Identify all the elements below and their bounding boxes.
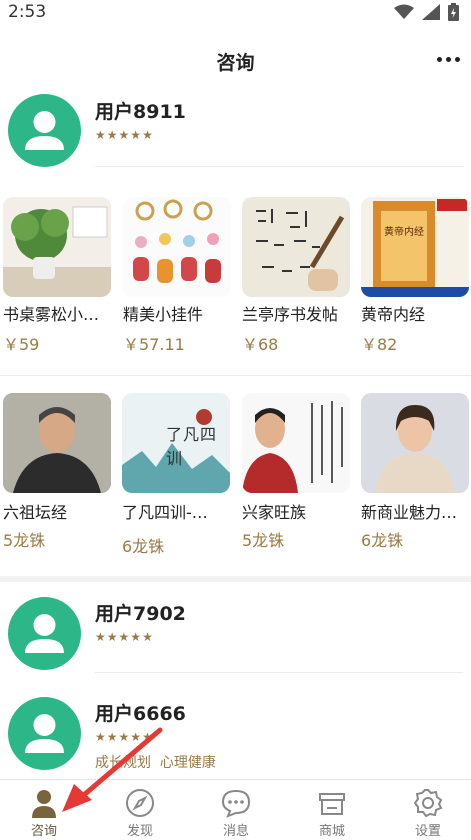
rating-stars: ★ ★ ★ ★ ★ (95, 128, 153, 142)
wifi-icon (394, 4, 414, 19)
product-price: ￥68 (242, 335, 279, 354)
more-dots-icon[interactable] (437, 54, 463, 64)
product-name: 兴家旺族 (242, 503, 307, 522)
product-name: 了凡四训-… (122, 503, 208, 522)
user-tags: 成长规划 心理健康 (95, 755, 216, 771)
user-name: 用户7902 (95, 603, 186, 625)
product-name: 新商业魅力… (361, 503, 458, 522)
product-price: ￥82 (361, 335, 398, 354)
user-name: 用户8911 (95, 101, 186, 123)
tab-settings[interactable]: 设置 (398, 780, 458, 840)
status-time: 2:53 (8, 2, 47, 22)
divider (95, 166, 463, 167)
product-image (123, 197, 231, 297)
divider (95, 672, 463, 673)
user-icon (25, 614, 64, 653)
avatar (8, 94, 81, 167)
avatar (8, 597, 81, 670)
rating-stars: ★ ★ ★ ★ ★ (95, 730, 153, 744)
bottom-tabbar: 咨询 发现 消息 商城 设置 (0, 779, 471, 840)
rating-stars: ★ ★ ★ ★ ★ (95, 630, 153, 644)
user-icon (25, 111, 64, 150)
product-price: ￥57.11 (123, 335, 185, 354)
section-divider (0, 576, 471, 582)
product-name: 精美小挂件 (123, 305, 204, 324)
page-header: 咨询 (0, 38, 471, 82)
tab-mall[interactable]: 商城 (302, 780, 362, 840)
book-cover-title: 黄帝内经 (384, 227, 424, 238)
user-name: 用户6666 (95, 703, 186, 725)
product-name: 书桌雾松小… (3, 305, 100, 324)
tab-consult[interactable]: 咨询 (14, 780, 74, 840)
tab-label: 商城 (318, 824, 345, 839)
page-title: 咨询 (216, 52, 255, 74)
chat-icon (221, 789, 251, 818)
product-image (3, 393, 111, 493)
liaofan-title: 了凡四训 (166, 425, 218, 468)
gear-icon (413, 789, 443, 818)
product-image (242, 393, 350, 493)
status-bar: 2:53 (0, 0, 471, 26)
status-icons (394, 3, 459, 21)
tab-label: 设置 (414, 824, 441, 839)
store-icon (319, 793, 345, 815)
tab-label: 消息 (222, 824, 249, 839)
signal-icon (422, 4, 440, 20)
product-row: 书桌雾松小… ￥59 精美小挂件 ￥57.11 兰亭序书发帖 ￥68 黄帝内经 … (0, 197, 471, 357)
product-name: 兰亭序书发帖 (242, 305, 339, 324)
product-name: 黄帝内经 (361, 305, 426, 324)
tab-discover[interactable]: 发现 (110, 780, 170, 840)
user-icon (25, 714, 64, 753)
product-image (3, 197, 111, 297)
tab-label: 咨询 (30, 824, 57, 839)
product-image (361, 393, 469, 493)
tab-label: 发现 (126, 824, 153, 839)
product-image: 了凡四训 (122, 393, 230, 493)
user-icon (32, 790, 56, 818)
product-price: ￥59 (3, 335, 40, 354)
battery-icon (448, 3, 459, 21)
tab-messages[interactable]: 消息 (206, 780, 266, 840)
user-card[interactable]: 用户7902 ★ ★ ★ ★ ★ (0, 596, 471, 674)
product-row: 六祖坛经 5龙铢 了凡四训 了凡四训-… 6龙铢 兴家旺族 5龙铢 新商业魅力…… (0, 393, 471, 558)
product-price: 6龙铢 (361, 531, 404, 550)
product-price: 5龙铢 (3, 531, 46, 550)
avatar (8, 697, 81, 770)
user-card[interactable]: 用户8911 ★ ★ ★ ★ ★ (0, 94, 471, 168)
product-image: 黄帝内经 (361, 197, 469, 297)
product-price: 5龙铢 (242, 531, 285, 550)
product-name: 六祖坛经 (3, 503, 68, 522)
compass-icon (126, 789, 154, 817)
user-card[interactable]: 用户6666 ★ ★ ★ ★ ★ 成长规划 心理健康 (0, 697, 471, 777)
divider (0, 375, 471, 376)
product-image (242, 197, 350, 297)
product-price: 6龙铢 (122, 537, 165, 556)
